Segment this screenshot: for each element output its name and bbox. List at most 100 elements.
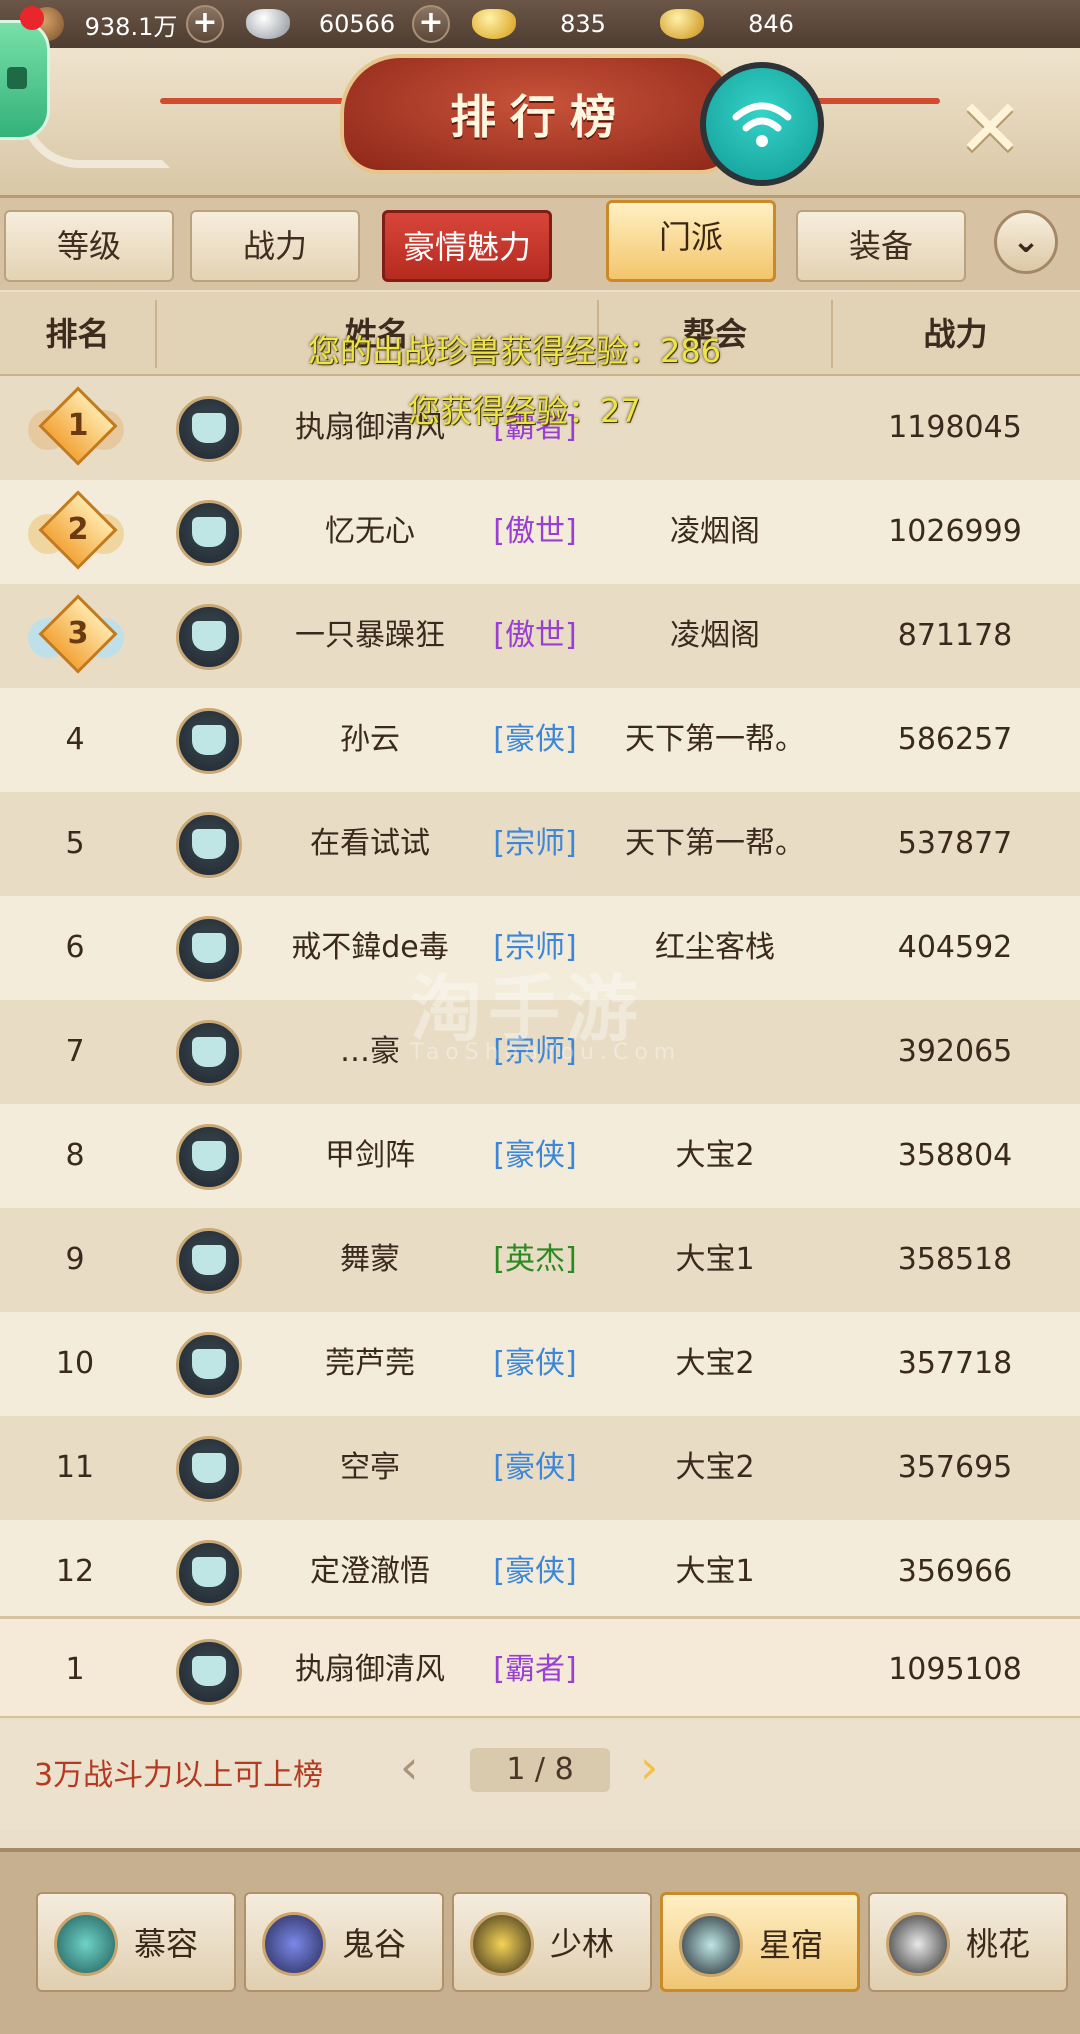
gold-value: 835: [560, 10, 606, 38]
player-name: 甲剑阵: [325, 1138, 415, 1173]
table-row[interactable]: 2 忆无心 [傲世] 凌烟阁 1026999: [0, 480, 1080, 584]
close-button[interactable]: ✕: [930, 78, 1050, 178]
tab-sect[interactable]: 门派: [606, 200, 776, 282]
rank-cell: 5: [65, 826, 85, 861]
star-sect-mask-icon: [192, 1656, 226, 1686]
player-name: 定澄澈悟: [310, 1554, 430, 1589]
rank-cell: 12: [55, 1554, 95, 1589]
sect-tab-guigu[interactable]: 鬼谷: [244, 1892, 444, 1992]
rank-cell: 3: [0, 584, 150, 688]
add-copper-button[interactable]: +: [186, 5, 224, 43]
player-power: 1026999: [888, 514, 1022, 549]
close-icon: ✕: [956, 81, 1024, 175]
currency-silver: 60566 +: [246, 4, 450, 44]
player-title: [豪侠]: [493, 1450, 577, 1485]
tab-charm[interactable]: 豪情魅力: [382, 210, 552, 282]
table-row[interactable]: 5 在看试试 [宗师] 天下第一帮。 537877: [0, 792, 1080, 896]
avatar: [176, 1540, 242, 1606]
gold-ingot-icon: [472, 9, 516, 39]
star-sect-mask-icon: [192, 1557, 226, 1587]
avatar: [176, 1332, 242, 1398]
medal-number: 1: [67, 408, 89, 443]
table-row[interactable]: 3 一只暴躁狂 [傲世] 凌烟阁 871178: [0, 584, 1080, 688]
player-guild: 天下第一帮。: [625, 722, 805, 757]
chevron-right-icon: ›: [640, 1740, 659, 1794]
copper-value: 938.1万: [84, 12, 178, 41]
avatar: [176, 604, 242, 670]
page-indicator: 1 / 8: [470, 1748, 610, 1792]
next-page-button[interactable]: ›: [640, 1740, 658, 1794]
rank-medal-icon: 2: [28, 490, 124, 570]
star-sect-mask-icon: [192, 1245, 226, 1275]
player-name: 莞芦莞: [325, 1346, 415, 1381]
sect-label: 慕容: [134, 1925, 199, 1963]
rank-cell: 9: [65, 1242, 85, 1277]
table-row[interactable]: 4 孙云 [豪侠] 天下第一帮。 586257: [0, 688, 1080, 792]
player-power: 871178: [897, 618, 1013, 653]
tab-level[interactable]: 等级: [4, 210, 174, 282]
star-sect-mask-icon: [192, 517, 226, 547]
avatar: [176, 1436, 242, 1502]
avatar: [176, 812, 242, 878]
previous-page-button[interactable]: ‹: [400, 1740, 418, 1794]
xingxiu-sect-icon: [679, 1913, 743, 1977]
table-row[interactable]: 11 空亭 [豪侠] 大宝2 357695: [0, 1416, 1080, 1520]
star-sect-mask-icon: [192, 413, 226, 443]
player-guild: 凌烟阁: [670, 618, 760, 653]
star-sect-mask-icon: [192, 1037, 226, 1067]
player-guild: 大宝2: [675, 1138, 755, 1173]
player-title: [豪侠]: [493, 1346, 577, 1381]
player-title: [英杰]: [493, 1242, 577, 1277]
page-title: 排行榜: [450, 90, 630, 144]
player-name: 一只暴躁狂: [295, 618, 445, 653]
tab-equipment[interactable]: 装备: [796, 210, 966, 282]
rank-cell: 10: [55, 1346, 95, 1381]
add-silver-button[interactable]: +: [412, 5, 450, 43]
my-guild: [600, 1619, 830, 1721]
sect-tab-taohua[interactable]: 桃花: [868, 1892, 1068, 1992]
notification-dot: [20, 6, 44, 30]
watermark-sub: TaoShouYou.Com: [410, 1040, 682, 1065]
player-title: [傲世]: [493, 618, 577, 653]
table-row[interactable]: 9 舞蒙 [英杰] 大宝1 358518: [0, 1208, 1080, 1312]
table-row[interactable]: 8 甲剑阵 [豪侠] 大宝2 358804: [0, 1104, 1080, 1208]
player-name: 在看试试: [310, 826, 430, 861]
header-banner: 排行榜 ✕: [0, 48, 1080, 198]
locked-gold-value: 846: [748, 10, 794, 38]
player-power: 1198045: [888, 410, 1022, 445]
exp-message: 您获得经验：27: [408, 392, 641, 430]
shaolin-sect-icon: [470, 1912, 534, 1976]
star-sect-mask-icon: [192, 829, 226, 859]
currency-copper: 938.1万 +: [30, 4, 224, 44]
wifi-icon[interactable]: [700, 62, 824, 186]
avatar: [176, 1124, 242, 1190]
sect-tab-xingxiu[interactable]: 星宿: [660, 1892, 860, 1992]
player-power: 358518: [897, 1242, 1013, 1277]
more-tabs-button[interactable]: ⌄: [994, 210, 1058, 274]
locked-gold-ingot-icon: [660, 9, 704, 39]
sect-tab-shaolin[interactable]: 少林: [452, 1892, 652, 1992]
table-row[interactable]: 10 莞芦莞 [豪侠] 大宝2 357718: [0, 1312, 1080, 1416]
star-sect-mask-icon: [192, 933, 226, 963]
side-menu-tab[interactable]: [0, 20, 50, 140]
star-sect-mask-icon: [192, 621, 226, 651]
player-power: 357695: [897, 1450, 1013, 1485]
sect-tabs: 慕容 鬼谷 少林 星宿 桃花: [0, 1848, 1080, 2034]
star-sect-mask-icon: [192, 1141, 226, 1171]
tab-power[interactable]: 战力: [190, 210, 360, 282]
avatar: [176, 1228, 242, 1294]
ranking-tip: 3万战斗力以上可上榜: [34, 1758, 324, 1793]
rank-medal-icon: 3: [28, 594, 124, 674]
silver-value: 60566: [318, 10, 396, 38]
category-tabs: 等级 战力 豪情魅力 门派 装备: [0, 198, 1080, 290]
player-guild: 大宝1: [675, 1554, 755, 1589]
medal-number: 2: [67, 512, 89, 547]
sect-tab-murong[interactable]: 慕容: [36, 1892, 236, 1992]
murong-sect-icon: [54, 1912, 118, 1976]
avatar: [176, 1020, 242, 1086]
table-row[interactable]: 12 定澄澈悟 [豪侠] 大宝1 356966: [0, 1520, 1080, 1624]
player-title: [宗师]: [493, 826, 577, 861]
taohua-sect-icon: [886, 1912, 950, 1976]
sect-label: 桃花: [966, 1925, 1031, 1963]
player-name: 空亭: [340, 1450, 400, 1485]
